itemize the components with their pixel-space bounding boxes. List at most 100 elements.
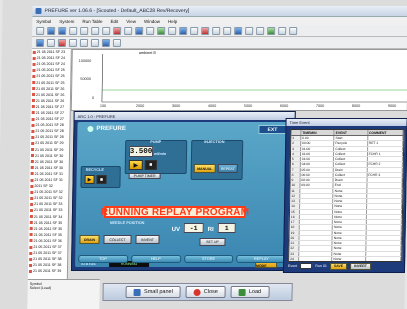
open-icon[interactable]: [47, 26, 56, 35]
play-icon[interactable]: ▶: [128, 160, 143, 170]
store-button[interactable]: STORE: [183, 254, 234, 263]
table-cell[interactable]: FCHR 3: [367, 172, 403, 177]
menu-edit[interactable]: Edit: [111, 19, 119, 24]
table-cell[interactable]: Drain: [333, 167, 368, 172]
table-cell[interactable]: None: [333, 209, 367, 214]
table-cell[interactable]: [299, 241, 333, 246]
cut-icon[interactable]: [80, 26, 89, 35]
table-cell[interactable]: [367, 178, 403, 183]
table-cell[interactable]: None: [332, 235, 367, 240]
save-button[interactable]: SAVE: [329, 262, 348, 270]
menu-symbol[interactable]: Symbol: [36, 19, 51, 24]
table-cell[interactable]: 08:00: [300, 178, 334, 183]
repeat-button[interactable]: REPEAT: [217, 164, 238, 173]
table-cell[interactable]: [365, 246, 402, 251]
refresh-icon[interactable]: [212, 26, 221, 35]
window-icon[interactable]: [256, 26, 265, 35]
load-button[interactable]: Load: [230, 286, 270, 298]
table-cell[interactable]: Drain: [333, 178, 368, 183]
paste-icon[interactable]: [102, 26, 111, 35]
invent-button[interactable]: INVENT: [135, 235, 160, 244]
table-cell[interactable]: [299, 204, 334, 209]
pump-flow-display[interactable]: 3.500: [128, 146, 154, 157]
table-cell[interactable]: [367, 157, 403, 162]
table-cell[interactable]: [365, 256, 402, 261]
menu-view[interactable]: View: [126, 19, 136, 24]
table-cell[interactable]: None: [332, 251, 366, 256]
table-cell[interactable]: RET 1: [367, 141, 404, 146]
table-cell[interactable]: [299, 230, 333, 235]
menu-window[interactable]: Window: [144, 19, 160, 24]
table-cell[interactable]: Collect: [334, 146, 368, 151]
manual-button[interactable]: MANUAL: [193, 164, 216, 173]
cursor-icon[interactable]: [112, 38, 122, 47]
table-cell[interactable]: End: [333, 183, 368, 188]
table-cell[interactable]: 01:00: [300, 151, 335, 156]
replay-button[interactable]: REPLAY: [236, 254, 287, 263]
drain-button[interactable]: DRAIN: [79, 235, 100, 244]
table-icon[interactable]: [289, 26, 298, 35]
table-cell[interactable]: 0.00: [301, 136, 335, 141]
table-cell[interactable]: [366, 193, 403, 198]
table-cell[interactable]: 05:00: [300, 167, 335, 172]
copy-icon[interactable]: [91, 26, 100, 35]
fit-icon[interactable]: [101, 38, 111, 47]
stop-icon[interactable]: [201, 26, 210, 35]
table-cell[interactable]: [366, 220, 402, 225]
table-cell[interactable]: [299, 220, 334, 225]
menu-run-table[interactable]: Run Table: [82, 19, 102, 24]
table-cell[interactable]: [298, 256, 333, 261]
export-icon[interactable]: [179, 26, 188, 35]
table-cell[interactable]: [300, 193, 334, 198]
menu-system[interactable]: System: [59, 19, 74, 24]
table-cell[interactable]: None: [332, 230, 367, 235]
table-cell[interactable]: None: [333, 193, 367, 198]
pump-timer-button[interactable]: PUMP TIMER: [128, 173, 161, 179]
run-icon[interactable]: [157, 26, 166, 35]
zoom-icon[interactable]: [124, 26, 133, 35]
import-icon[interactable]: [190, 26, 199, 35]
table-cell[interactable]: [299, 251, 333, 256]
check-icon[interactable]: [267, 26, 276, 35]
chart-icon[interactable]: [135, 26, 144, 35]
table-cell[interactable]: Collect: [334, 157, 368, 162]
recycle-play-icon[interactable]: ▶: [84, 175, 95, 184]
table-cell[interactable]: 06:00: [300, 172, 334, 177]
table-cell[interactable]: [366, 230, 402, 235]
table-cell[interactable]: None: [333, 188, 368, 193]
table-cell[interactable]: [367, 136, 404, 141]
table-cell[interactable]: [367, 146, 404, 151]
small-panel-button[interactable]: Small panel: [125, 286, 181, 298]
table-cell[interactable]: [366, 214, 402, 219]
menu-help[interactable]: Help: [168, 19, 177, 24]
table-cell[interactable]: [366, 235, 402, 240]
marker-icon[interactable]: [57, 38, 67, 47]
table-cell[interactable]: [299, 246, 333, 251]
table-cell[interactable]: Recycle: [334, 141, 368, 146]
table-cell[interactable]: [366, 241, 402, 246]
table-cell[interactable]: [365, 251, 402, 256]
help-button[interactable]: HELP: [130, 254, 181, 263]
table-cell[interactable]: Start: [334, 136, 368, 141]
zoom-in-icon[interactable]: [79, 38, 89, 47]
table-cell[interactable]: 00:00: [301, 141, 335, 146]
table-cell[interactable]: None: [332, 225, 367, 230]
recycle-stop-icon[interactable]: ■: [96, 175, 107, 184]
table-cell[interactable]: [366, 225, 402, 230]
table-cell[interactable]: None: [332, 256, 366, 261]
table-cell[interactable]: 01:00: [300, 157, 335, 162]
search-icon[interactable]: [223, 26, 232, 35]
save-icon[interactable]: [58, 26, 67, 35]
table-cell[interactable]: [366, 199, 403, 204]
table-cell[interactable]: [299, 235, 333, 240]
table-cell[interactable]: [367, 167, 403, 172]
table-cell[interactable]: 04:00: [300, 162, 335, 167]
taskbar-item[interactable]: Select (Load): [30, 286, 98, 290]
setup-button[interactable]: SET UP: [199, 238, 226, 246]
info-icon[interactable]: [234, 26, 243, 35]
top-button[interactable]: TOP: [78, 254, 129, 263]
table-cell[interactable]: [299, 225, 333, 230]
settings-icon[interactable]: [168, 26, 177, 35]
table-cell[interactable]: None: [333, 220, 367, 225]
pan-icon[interactable]: [68, 38, 78, 47]
